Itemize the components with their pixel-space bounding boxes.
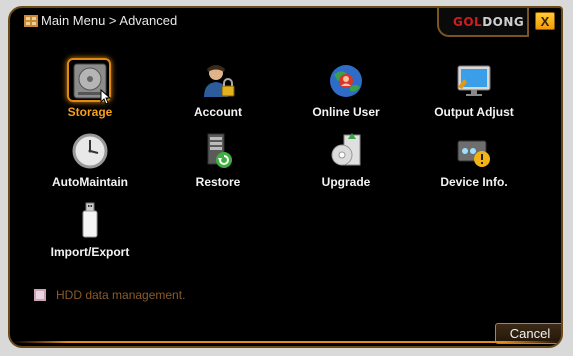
hint-text: HDD data management. <box>56 288 186 302</box>
menu-item-label: Device Info. <box>440 175 508 189</box>
menu-item-label: Account <box>194 105 242 119</box>
menu-item-online-user[interactable]: Online User <box>286 61 406 119</box>
menu-item-label: Output Adjust <box>434 105 514 119</box>
menu-item-import-export[interactable]: Import/Export <box>30 201 150 259</box>
clock-icon <box>70 131 110 171</box>
title-bar: Main Menu > Advanced GOLDONG X <box>10 8 561 37</box>
monitor-icon <box>454 61 494 101</box>
menu-item-label: Import/Export <box>50 245 130 259</box>
brand-tab: GOLDONG <box>437 8 529 37</box>
status-hint: HDD data management. <box>34 288 185 302</box>
window-title: Main Menu > Advanced <box>41 13 178 28</box>
device-info-icon <box>454 131 494 171</box>
restore-icon <box>198 131 238 171</box>
menu-item-automaintain[interactable]: AutoMaintain <box>30 131 150 189</box>
menu-item-device-info[interactable]: Device Info. <box>414 131 534 189</box>
usb-drive-icon <box>70 201 110 241</box>
online-user-icon <box>326 61 366 101</box>
menu-item-label: Online User <box>312 105 380 119</box>
close-button[interactable]: X <box>535 12 555 30</box>
hdd-small-icon <box>34 289 46 301</box>
menu-item-storage[interactable]: Storage <box>30 58 150 119</box>
brand-logo: GOLDONG <box>453 15 525 29</box>
advanced-menu-window: Main Menu > Advanced GOLDONG X Storage A… <box>8 6 563 348</box>
title-group: Main Menu > Advanced <box>24 13 177 28</box>
cancel-button[interactable]: Cancel <box>495 323 561 344</box>
menu-title-icon <box>24 14 38 27</box>
menu-item-output-adjust[interactable]: Output Adjust <box>414 61 534 119</box>
upgrade-disc-icon <box>326 131 366 171</box>
menu-item-label: Upgrade <box>321 175 371 189</box>
menu-item-label: AutoMaintain <box>52 175 128 189</box>
menu-item-upgrade[interactable]: Upgrade <box>286 131 406 189</box>
user-lock-icon <box>198 61 238 101</box>
menu-item-label: Storage <box>67 105 113 119</box>
mouse-cursor-icon <box>100 89 112 105</box>
menu-item-label: Restore <box>195 175 241 189</box>
hdd-icon <box>67 58 112 105</box>
menu-item-account[interactable]: Account <box>158 61 278 119</box>
menu-item-restore[interactable]: Restore <box>158 131 278 189</box>
